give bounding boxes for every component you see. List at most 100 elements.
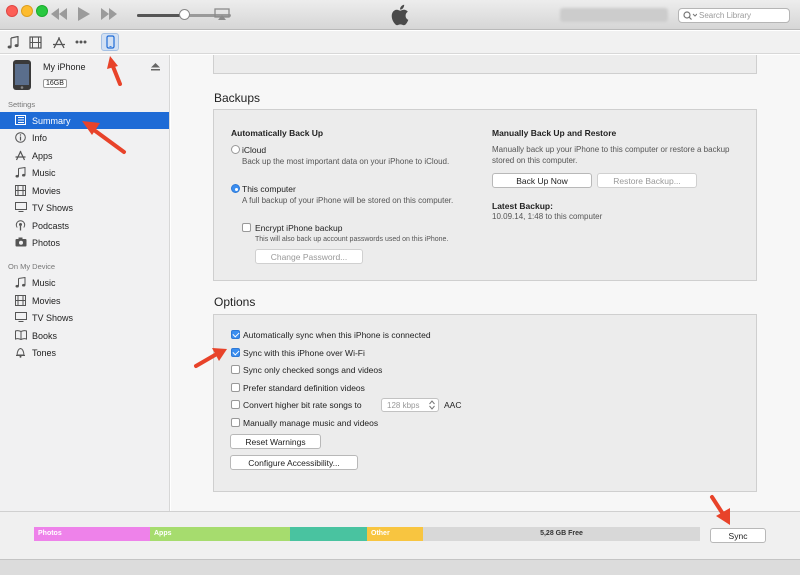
sidebar-item-label: Summary [32, 116, 71, 126]
sidebar-item-label: Music [32, 168, 56, 178]
auto-sync-label: Automatically sync when this iPhone is c… [243, 330, 431, 340]
stepper-arrows-icon [429, 400, 435, 410]
device-capacity-badge: 16GB [43, 79, 67, 88]
checked-songs-label: Sync only checked songs and videos [243, 365, 383, 375]
back-up-now-button[interactable]: Back Up Now [492, 173, 592, 188]
icloud-description: Back up the most important data on your … [242, 157, 450, 166]
app-store-icon[interactable] [52, 36, 66, 49]
sync-button[interactable]: Sync [710, 528, 766, 543]
summary-icon [15, 115, 26, 125]
sidebar-item-label: Movies [32, 185, 61, 196]
this-computer-description: A full backup of your iPhone will be sto… [242, 196, 454, 205]
sidebar-item-tv-shows[interactable]: TV Shows [0, 199, 169, 216]
on-my-device-header: On My Device [8, 262, 56, 271]
sidebar-item-podcasts[interactable]: Podcasts [0, 217, 169, 234]
title-bar: Search Library [0, 0, 800, 30]
sidebar-item-device-movies[interactable]: Movies [0, 292, 169, 309]
manual-manage-checkbox[interactable] [231, 418, 240, 427]
search-placeholder: Search Library [699, 11, 752, 20]
bitrate-value: 128 kbps [387, 401, 420, 410]
manual-manage-label: Manually manage music and videos [243, 418, 379, 428]
restore-backup-button[interactable]: Restore Backup... [597, 173, 697, 188]
play-icon[interactable] [77, 6, 91, 22]
camera-icon [15, 237, 27, 247]
music-icon [15, 277, 26, 288]
sidebar-item-device-tv-shows[interactable]: TV Shows [0, 309, 169, 326]
sidebar-item-device-tones[interactable]: Tones [0, 344, 169, 361]
configure-accessibility-button[interactable]: Configure Accessibility... [230, 455, 358, 470]
sidebar-item-summary[interactable]: Summary [0, 112, 169, 129]
sidebar-item-label: TV Shows [32, 313, 74, 323]
sidebar-item-label: Apps [32, 150, 53, 161]
zoom-window-button[interactable] [36, 5, 48, 17]
convert-bitrate-checkbox[interactable] [231, 400, 240, 409]
sidebar-item-apps[interactable]: Apps [0, 147, 169, 164]
movies-icon [15, 184, 26, 196]
media-toolbar [0, 31, 800, 54]
bottom-status-strip [0, 559, 800, 575]
manual-backup-heading: Manually Back Up and Restore [492, 128, 617, 138]
standard-definition-label: Prefer standard definition videos [243, 383, 365, 393]
sidebar: My iPhone 16GB Settings Summary Info App… [0, 55, 170, 511]
minimize-window-button[interactable] [21, 5, 33, 17]
icloud-radio[interactable] [231, 145, 240, 154]
sidebar-item-device-books[interactable]: Books [0, 327, 169, 344]
eject-icon[interactable] [151, 63, 160, 71]
tv-icon [15, 312, 27, 322]
film-icon[interactable] [29, 36, 42, 49]
reset-warnings-button[interactable]: Reset Warnings [230, 434, 321, 449]
device-thumbnail-icon [12, 59, 32, 91]
account-name[interactable] [560, 8, 668, 22]
book-icon [15, 329, 27, 340]
sidebar-item-label: Music [32, 278, 56, 288]
bitrate-format-label: AAC [444, 400, 462, 410]
settings-header: Settings [8, 100, 36, 109]
apple-logo-icon [390, 4, 409, 26]
sidebar-item-label: Tones [32, 348, 57, 358]
iphone-icon[interactable] [101, 33, 119, 51]
bitrate-select[interactable]: 128 kbps [381, 398, 439, 412]
movies-icon [15, 294, 26, 306]
search-field[interactable]: Search Library [678, 8, 790, 23]
checked-songs-checkbox[interactable] [231, 365, 240, 374]
fast-forward-icon[interactable] [100, 7, 118, 21]
options-title: Options [214, 295, 256, 309]
sidebar-item-label: TV Shows [32, 203, 74, 213]
sidebar-item-label: Photos [32, 238, 61, 248]
auto-sync-checkbox[interactable] [231, 330, 240, 339]
sidebar-item-movies[interactable]: Movies [0, 182, 169, 199]
music-icon [15, 167, 26, 178]
this-computer-radio[interactable] [231, 184, 240, 193]
sidebar-item-info[interactable]: Info [0, 129, 169, 146]
icloud-label: iCloud [242, 145, 267, 155]
sidebar-item-photos[interactable]: Photos [0, 234, 169, 251]
sidebar-item-label: Podcasts [32, 220, 70, 231]
wifi-sync-label: Sync with this iPhone over Wi-Fi [243, 348, 365, 358]
encrypt-backup-description: This will also back up account passwords… [255, 236, 449, 243]
this-computer-label: This computer [242, 184, 296, 194]
standard-definition-checkbox[interactable] [231, 383, 240, 392]
sidebar-item-label: Info [32, 133, 48, 143]
latest-backup-heading: Latest Backup: [492, 201, 553, 211]
rewind-icon[interactable] [50, 7, 68, 21]
sidebar-item-device-music[interactable]: Music [0, 274, 169, 291]
capacity-segment-other: Other [367, 527, 423, 541]
latest-backup-value: 10.09.14, 1:48 to this computer [492, 212, 603, 221]
convert-bitrate-label: Convert higher bit rate songs to [243, 400, 362, 410]
manual-backup-description: Manually back up your iPhone to this com… [492, 145, 730, 165]
close-window-button[interactable] [6, 5, 18, 17]
music-note-icon[interactable] [7, 36, 19, 49]
encrypt-backup-label: Encrypt iPhone backup [255, 223, 343, 233]
sidebar-item-label: Books [32, 330, 58, 341]
airplay-icon[interactable] [214, 8, 230, 21]
change-password-button[interactable]: Change Password... [255, 249, 363, 264]
capacity-segment-free: 5,28 GB Free [423, 527, 700, 541]
wifi-sync-checkbox[interactable] [231, 348, 240, 357]
encrypt-backup-checkbox[interactable] [242, 223, 251, 232]
more-icon[interactable] [75, 40, 87, 44]
podcast-icon [15, 219, 26, 231]
apps-icon [15, 150, 26, 161]
summary-box [213, 55, 757, 74]
backups-title: Backups [214, 91, 261, 105]
sidebar-item-music[interactable]: Music [0, 164, 169, 181]
